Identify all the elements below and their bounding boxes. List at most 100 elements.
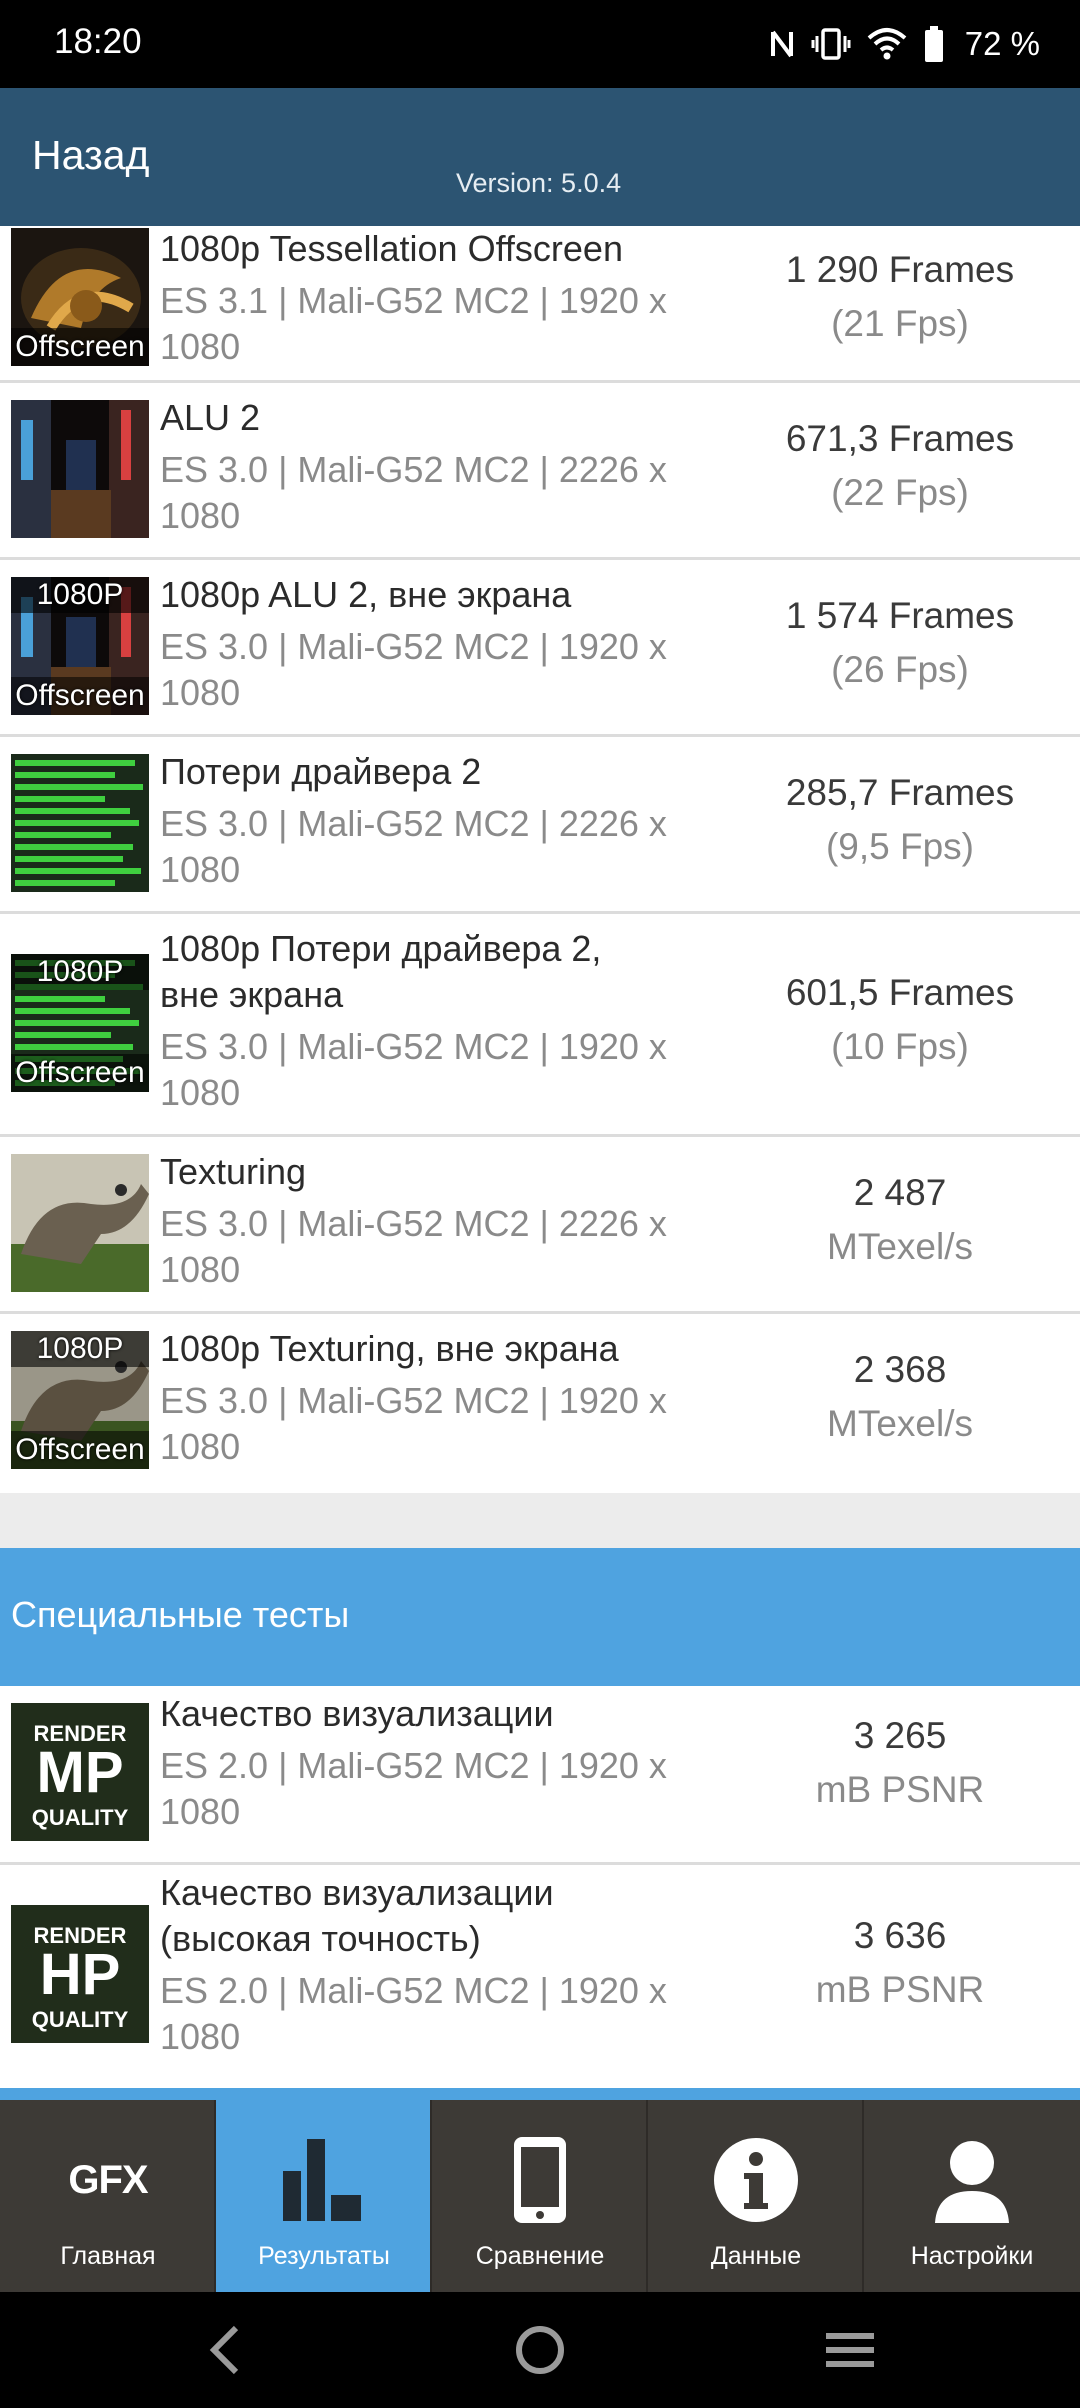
vibrate-icon [811, 28, 851, 60]
test-title-line2: (высокая точность) [160, 1918, 481, 1959]
test-title: 1080p Texturing, вне экрана [160, 1328, 619, 1369]
app-header: Назад Version: 5.0.4 [0, 88, 1080, 226]
alu-thumbnail: 1080P Offscreen [11, 577, 149, 715]
nav-label: Настройки [910, 2242, 1034, 2270]
test-title: 1080p Tessellation Offscreen [160, 228, 623, 269]
back-button[interactable]: Назад [32, 132, 149, 179]
phone-icon [432, 2130, 648, 2230]
list-item[interactable]: Потери драйвера 2 ES 3.0 | Mali-G52 MC2 … [0, 737, 1080, 914]
test-score: 3 265 [853, 1715, 947, 1756]
test-resolution: 1080 [160, 849, 241, 890]
list-item[interactable]: RENDER HP QUALITY Качество визуализации … [0, 1865, 1080, 2088]
nav-label: Результаты [258, 2242, 390, 2270]
list-item[interactable]: 1080P Offscreen 1080p Потери драйвера 2,… [0, 914, 1080, 1137]
badge-bottom-text: QUALITY [31, 2007, 129, 2032]
test-resolution: 1080 [160, 1791, 241, 1832]
test-score: 2 368 [853, 1349, 947, 1390]
test-spec: ES 2.0 | Mali-G52 MC2 | 1920 x [160, 1745, 667, 1786]
thumb-1080p-label: 1080P [11, 577, 149, 613]
gfx-logo-icon: GFX [0, 2130, 216, 2230]
test-spec: ES 3.0 | Mali-G52 MC2 | 1920 x [160, 626, 667, 667]
texturing-thumbnail [11, 1154, 149, 1292]
menu-icon[interactable] [824, 2322, 876, 2378]
test-score: 3 636 [853, 1915, 947, 1956]
nav-label: Данные [710, 2242, 802, 2270]
test-title: Качество визуализации [160, 1693, 554, 1734]
alu-thumbnail [11, 400, 149, 538]
render-quality-badge: RENDER HP QUALITY [11, 1905, 149, 2043]
thumb-offscreen-label: Offscreen [11, 677, 149, 715]
nav-compare[interactable]: Сравнение [432, 2100, 648, 2292]
test-spec: ES 3.0 | Mali-G52 MC2 | 1920 x [160, 1380, 667, 1421]
nav-info[interactable]: Данные [648, 2100, 864, 2292]
test-resolution: 1080 [160, 1072, 241, 1113]
test-unit: mB PSNR [815, 1969, 985, 2010]
test-spec: ES 2.0 | Mali-G52 MC2 | 1920 x [160, 1970, 667, 2011]
status-time: 18:20 [54, 22, 142, 61]
test-fps: (26 Fps) [831, 649, 969, 690]
test-resolution: 1080 [160, 326, 241, 367]
list-item[interactable]: RENDER MP QUALITY Качество визуализации … [0, 1686, 1080, 1865]
driver-overhead-thumbnail: 1080P Offscreen [11, 954, 149, 1092]
thumb-offscreen-label: Offscreen [11, 1431, 149, 1469]
test-unit: mB PSNR [815, 1769, 985, 1810]
test-title: 1080p ALU 2, вне экрана [160, 574, 572, 615]
test-unit: MTexel/s [827, 1403, 973, 1444]
gfx-logo-text: GFX [68, 2157, 148, 2202]
test-fps: (21 Fps) [831, 303, 969, 344]
test-spec: ES 3.0 | Mali-G52 MC2 | 2226 x [160, 803, 667, 844]
system-nav-bar [0, 2292, 1080, 2408]
info-icon [648, 2130, 864, 2230]
thumb-offscreen-label: Offscreen [11, 328, 149, 366]
nav-label: Главная [60, 2242, 156, 2270]
badge-bottom-text: QUALITY [31, 1805, 129, 1830]
list-item[interactable]: Texturing ES 3.0 | Mali-G52 MC2 | 2226 x… [0, 1137, 1080, 1314]
badge-main-text: MP [36, 1740, 124, 1805]
test-score: 1 290 Frames [785, 249, 1015, 290]
list-item[interactable]: Offscreen 1080p Tessellation Offscreen E… [0, 226, 1080, 383]
test-score: 1 574 Frames [785, 595, 1015, 636]
section-spacer [0, 1493, 1080, 1548]
wifi-icon [867, 28, 907, 60]
nav-home[interactable]: GFX Главная [0, 2100, 216, 2292]
bar-chart-icon [216, 2130, 432, 2230]
texturing-thumbnail: 1080P Offscreen [11, 1331, 149, 1469]
test-spec: ES 3.0 | Mali-G52 MC2 | 1920 x [160, 1026, 667, 1067]
badge-main-text: HP [39, 1942, 121, 2007]
test-fps: (10 Fps) [831, 1026, 969, 1067]
back-icon[interactable] [206, 2322, 246, 2378]
thumb-1080p-label: 1080P [11, 1331, 149, 1367]
test-fps: (22 Fps) [831, 472, 969, 513]
section-header: Специальные тесты [0, 1548, 1080, 1686]
section-title: Специальные тесты [11, 1594, 350, 1635]
test-resolution: 1080 [160, 1426, 241, 1467]
test-title: ALU 2 [160, 397, 261, 438]
test-title: Качество визуализации [160, 1872, 554, 1913]
list-item[interactable]: 1080P Offscreen 1080p Texturing, вне экр… [0, 1314, 1080, 1493]
user-icon [864, 2130, 1080, 2230]
test-spec: ES 3.0 | Mali-G52 MC2 | 2226 x [160, 449, 667, 490]
test-score: 671,3 Frames [785, 418, 1015, 459]
nav-settings[interactable]: Настройки [864, 2100, 1080, 2292]
nav-results[interactable]: Результаты [216, 2100, 432, 2292]
test-spec: ES 3.0 | Mali-G52 MC2 | 2226 x [160, 1203, 667, 1244]
battery-percent: 72 % [964, 25, 1040, 62]
home-icon[interactable] [514, 2322, 566, 2378]
test-resolution: 1080 [160, 672, 241, 713]
test-score: 601,5 Frames [785, 972, 1015, 1013]
section-divider [0, 2088, 1080, 2100]
battery-icon [924, 26, 943, 62]
tessellation-thumbnail: Offscreen [11, 228, 149, 366]
thumb-offscreen-label: Offscreen [11, 1054, 149, 1092]
test-title: 1080p Потери драйвера 2, [160, 928, 602, 969]
test-score: 2 487 [853, 1172, 947, 1213]
test-resolution: 1080 [160, 495, 241, 536]
test-resolution: 1080 [160, 1249, 241, 1290]
thumb-1080p-label: 1080P [11, 954, 149, 990]
test-score: 285,7 Frames [785, 772, 1015, 813]
list-item[interactable]: 1080P Offscreen 1080p ALU 2, вне экрана … [0, 560, 1080, 737]
bottom-nav: GFX Главная Результаты Сравнение Данные … [0, 2100, 1080, 2292]
driver-overhead-thumbnail [11, 754, 149, 892]
test-title: Потери драйвера 2 [160, 751, 482, 792]
list-item[interactable]: ALU 2 ES 3.0 | Mali-G52 MC2 | 2226 x 108… [0, 383, 1080, 560]
